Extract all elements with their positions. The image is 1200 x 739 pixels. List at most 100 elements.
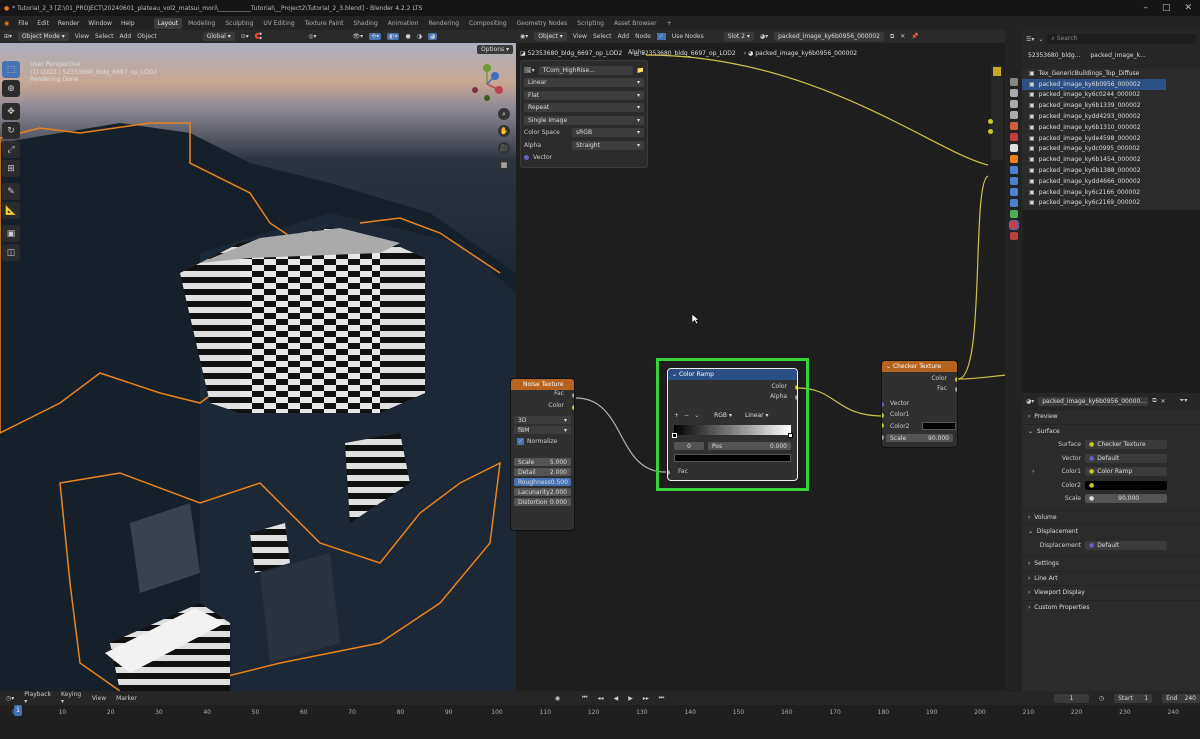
noise-distortion-field[interactable]: Distortion 0.000	[514, 498, 571, 506]
world-tab-icon[interactable]	[1009, 133, 1018, 141]
outliner-image-item[interactable]: ▣ packed_image_kydd4666_000002	[1022, 176, 1200, 187]
render-tab-icon[interactable]	[1009, 89, 1018, 97]
move-tool-icon[interactable]: ✥	[2, 103, 20, 120]
node-menu-view[interactable]: View	[573, 33, 587, 40]
material-browse-icon[interactable]: ◕▾	[760, 33, 768, 40]
rotate-tool-icon[interactable]: ↻	[2, 122, 20, 139]
snap-icon[interactable]: 🧲	[255, 33, 262, 40]
tab-modeling[interactable]: Modeling	[184, 18, 219, 29]
source-dropdown[interactable]: Single Image ▾	[524, 115, 644, 125]
camera-view-icon[interactable]: 🎥	[498, 142, 510, 154]
add-stop-button[interactable]: +	[674, 412, 679, 419]
shading-material-icon[interactable]: ◑	[417, 33, 422, 40]
outliner-image-item[interactable]: ▣ packed_image_ky6b1454_000002	[1022, 154, 1200, 165]
timeline-menu-playback[interactable]: Playback ▾	[24, 691, 51, 705]
normalize-checkbox[interactable]: ✓	[517, 438, 525, 445]
checker-color2-socket[interactable]	[882, 423, 884, 428]
tab-rendering[interactable]: Rendering	[424, 18, 463, 29]
use-nodes-checkbox[interactable]: ✓	[656, 33, 666, 40]
outliner-image-item[interactable]: ▣ packed_image_ky6b1310_000002	[1022, 122, 1200, 133]
timeline-menu-marker[interactable]: Marker	[116, 695, 137, 702]
image-browse-icon[interactable]: 🖼▾	[524, 67, 535, 74]
line-art-section[interactable]: › Line Art	[1022, 570, 1200, 586]
checker-color2-swatch[interactable]	[922, 422, 956, 430]
noise-node-title[interactable]: Noise Texture	[511, 379, 574, 390]
collapse-chevron-icon[interactable]: ⌄	[886, 363, 893, 370]
tool-tab-icon[interactable]	[1009, 78, 1018, 86]
tab-uv-editing[interactable]: UV Editing	[259, 18, 298, 29]
menu-file[interactable]: File	[18, 20, 28, 27]
pan-hand-icon[interactable]: ✋	[498, 125, 510, 137]
scene-tab-icon[interactable]	[1009, 122, 1018, 130]
noise-texture-node[interactable]: Noise Texture Fac Color 3D ▾ fBM ▾ ✓ Normal…	[510, 378, 575, 531]
unlink-icon[interactable]: ✕	[1161, 398, 1166, 405]
interpolation-dropdown[interactable]: Linear ▾	[524, 78, 644, 88]
particles-tab-icon[interactable]	[1009, 177, 1018, 185]
tab-animation[interactable]: Animation	[384, 18, 423, 29]
surface-shader-field[interactable]: ● Checker Texture	[1085, 440, 1167, 450]
shader-type-dropdown[interactable]: Object ▾	[534, 32, 567, 41]
timeline-editor-icon[interactable]: ◷▾	[6, 695, 14, 702]
node-menu-node[interactable]: Node	[635, 33, 651, 40]
outliner-editor-icon[interactable]: ☰▾	[1026, 36, 1034, 43]
alpha-mode-dropdown[interactable]: Straight ▾	[572, 140, 644, 150]
viewport-menu-add[interactable]: Add	[120, 33, 132, 40]
pin-icon[interactable]: 📌	[911, 33, 918, 40]
ramp-stop-pos-field[interactable]: Pos 0.000	[708, 442, 791, 450]
tab-asset-browser[interactable]: Asset Browser	[610, 18, 661, 29]
material-slot-dropdown[interactable]: Slot 2 ▾	[723, 32, 754, 41]
shading-rendered-icon[interactable]: ◕	[427, 33, 438, 40]
cursor-tool-icon[interactable]: ⊕	[2, 80, 20, 97]
jump-start-icon[interactable]: ⏮	[582, 694, 587, 702]
noise-type-dropdown[interactable]: fBM ▾	[514, 426, 571, 434]
material-browse-icon[interactable]: ◕▾	[1026, 398, 1034, 405]
constraints-tab-icon[interactable]	[1009, 199, 1018, 207]
outliner-filter-icon[interactable]: ⌄	[1038, 36, 1043, 43]
maximize-icon[interactable]: □	[1162, 3, 1171, 13]
preview-section[interactable]: › Preview	[1022, 409, 1200, 424]
viewport-menu-view[interactable]: View	[75, 33, 89, 40]
outliner-image-item[interactable]: ▣ packed_image_ky6c0244_000002	[1022, 90, 1200, 101]
visibility-icon[interactable]: 👁▾	[353, 33, 364, 40]
normalize-row[interactable]: ✓ Normalize	[511, 436, 574, 447]
checker-scale-socket[interactable]	[882, 435, 884, 440]
vector-field[interactable]: ● Default	[1085, 453, 1167, 463]
scale-field[interactable]: ● 90.000	[1085, 494, 1167, 504]
select-box-tool-icon[interactable]: ⬚	[2, 61, 20, 78]
volume-section[interactable]: › Volume	[1022, 509, 1200, 525]
current-frame-field[interactable]: 1	[1054, 693, 1089, 703]
noise-color-socket[interactable]	[572, 405, 574, 410]
timeline-menu-keying[interactable]: Keying ▾	[61, 691, 82, 705]
copy-icon[interactable]: ⧉	[1152, 397, 1156, 405]
viewport-options-button[interactable]: Options ▾	[477, 45, 514, 54]
checker-node-title[interactable]: ⌄ Checker Texture	[882, 361, 957, 372]
timeline-playhead[interactable]: 1	[14, 705, 22, 716]
tab-sculpting[interactable]: Sculpting	[221, 18, 257, 29]
measure-tool-icon[interactable]: 📐	[2, 202, 20, 219]
ramp-alpha-socket[interactable]	[795, 395, 797, 400]
checker-color-socket[interactable]	[955, 377, 957, 382]
collapse-chevron-icon[interactable]: ⌄	[672, 371, 679, 378]
node-editor-type-icon[interactable]: ◉▾	[520, 33, 528, 40]
3d-viewport[interactable]	[0, 43, 516, 691]
output-tab-icon[interactable]	[1009, 100, 1018, 108]
object-tab-icon[interactable]	[1009, 155, 1018, 163]
displacement-field[interactable]: ● Default	[1085, 540, 1167, 550]
material-name-field[interactable]: packed_image_ky6b0956_000002	[774, 32, 884, 41]
image-name-field[interactable]: TCom_HighRise...	[538, 65, 633, 75]
shading-solid-icon[interactable]: ●	[405, 33, 410, 40]
ramp-color-mode-dropdown[interactable]: RGB ▾	[710, 411, 736, 420]
noise-lacunarity-field[interactable]: Lacunarity 2.000	[514, 488, 571, 496]
viewport-menu-select[interactable]: Select	[95, 33, 114, 40]
node-sidebar-tabs[interactable]	[988, 65, 1003, 160]
data-tab-icon[interactable]	[1009, 210, 1018, 218]
ramp-stop-white[interactable]	[788, 433, 793, 438]
checker-fac-socket[interactable]	[955, 387, 957, 392]
displacement-section[interactable]: ⌄ Displacement	[1022, 524, 1200, 539]
object-mode-dropdown[interactable]: Object Mode ▾	[18, 32, 69, 41]
outliner-image-item[interactable]: ▣ packed_image_ky6c2166_000002	[1022, 187, 1200, 198]
custom-properties-section[interactable]: › Custom Properties	[1022, 599, 1200, 615]
jump-end-icon[interactable]: ⏭	[659, 694, 664, 702]
transform-tool-icon[interactable]: ⊞	[2, 160, 20, 177]
transform-orientation-dropdown[interactable]: Global ▾	[202, 32, 235, 41]
